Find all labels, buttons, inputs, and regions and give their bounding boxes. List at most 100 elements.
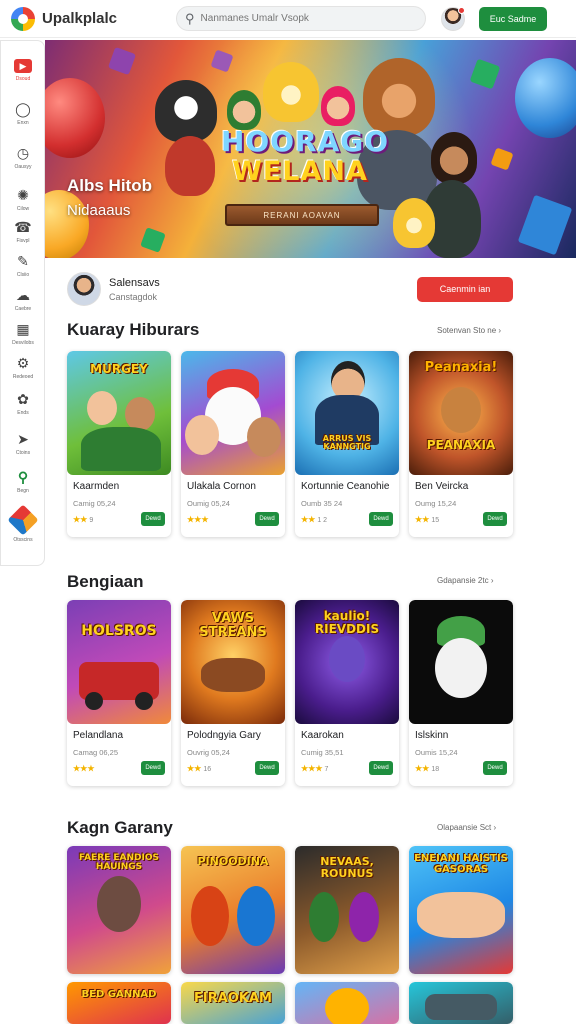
card-download-button[interactable]: Dewd	[369, 761, 393, 775]
game-card[interactable]: PINOODINA	[181, 846, 285, 974]
header-cta-button[interactable]: Euc Sadme	[479, 6, 547, 31]
card-meta: Oumb 35 24	[301, 499, 343, 508]
card-rating: ★★ 9	[73, 515, 93, 524]
channel-name[interactable]: Salensavs	[109, 277, 160, 289]
channel-avatar[interactable]	[67, 272, 101, 306]
card-download-button[interactable]: Dewd	[483, 512, 507, 526]
game-card[interactable]: VAWS STREANS Polodngyia Gary Ouvrig 05,2…	[181, 600, 285, 786]
ghost-character	[435, 638, 487, 698]
card-rating: ★★★ 7	[301, 764, 328, 773]
sidebar-item-12[interactable]: Otsscins	[1, 504, 45, 543]
man-figure	[97, 876, 141, 932]
game-thumbnail	[181, 351, 285, 475]
card-download-button[interactable]: Dewd	[255, 512, 279, 526]
card-meta: Oumis 15,24	[415, 748, 458, 757]
card-title: Islskinn	[415, 730, 449, 741]
section-see-more-link[interactable]: Gdapansie 2tc ›	[437, 576, 494, 585]
game-card[interactable]: Ulakala Cornon Oumig 05,24 ★★★ Dewd	[181, 351, 285, 537]
thumbnail-title: ENEIANI HAISTIS GASORAS	[414, 853, 508, 875]
small-bear-character	[393, 198, 435, 248]
game-card[interactable]: FAERE EANDIOS HAUINGS	[67, 846, 171, 974]
card-download-button[interactable]: Dewd	[141, 512, 165, 526]
card-download-button[interactable]: Dewd	[255, 761, 279, 775]
hero-cube	[469, 58, 501, 90]
sidebar-item-1[interactable]: ◯ Enxn	[1, 101, 45, 126]
sidebar-item-label: Redeoed	[12, 374, 34, 380]
sidebar-item-label: Ctoins	[15, 450, 31, 456]
sidebar-item-5[interactable]: ✎ Clsiio	[1, 253, 45, 278]
balloon-yellow	[45, 190, 89, 258]
game-card[interactable]: NEVAAS, ROUNUS	[295, 846, 399, 974]
tag-icon: ➤	[17, 431, 29, 447]
game-card[interactable]: kaulio! RIEVDDIS Kaarokan Cumig 35,51 ★★…	[295, 600, 399, 786]
section-see-more-link[interactable]: Sotenvan Sto ne ›	[437, 326, 501, 335]
chevron-right-icon: ›	[493, 823, 497, 832]
card-download-button[interactable]: Dewd	[369, 512, 393, 526]
sidebar-item-9[interactable]: ✿ Ends	[1, 391, 45, 416]
rating-count: 9	[89, 517, 94, 524]
section-title: Kagn Garany	[67, 818, 173, 837]
sidebar-item-11[interactable]: ⚲ Begn	[1, 469, 45, 494]
game-card[interactable]: ARRUS VIS KANNGTIG Kortunnie Ceanohie Ou…	[295, 351, 399, 537]
sidebar-item-7[interactable]: ▦ Desvilobs	[1, 321, 45, 346]
search-input[interactable]	[200, 13, 411, 24]
card-title: Polodngyia Gary	[187, 730, 261, 741]
game-card[interactable]: BED GANNAD	[67, 982, 171, 1024]
sidebar-item-6[interactable]: ☁ Caebre	[1, 287, 45, 312]
game-card[interactable]	[295, 982, 399, 1024]
card-title: Kaarokan	[301, 730, 344, 741]
card-title: Pelandlana	[73, 730, 124, 741]
card-title: Kaarmden	[73, 481, 120, 492]
thumbnail-title: NEVAAS, ROUNUS	[320, 855, 374, 880]
sidebar-item-home[interactable]: ▶ Dsoud	[1, 59, 45, 82]
sidebar-item-8[interactable]: ⚙ Redeoed	[1, 355, 45, 380]
hero-plank: RERANI AOAVAN	[225, 204, 379, 226]
car-figure	[425, 994, 497, 1020]
game-thumbnail	[295, 982, 399, 1024]
hero-sign-line-1: HOORAGO	[221, 125, 390, 158]
card-rating: ★★ 18	[415, 764, 439, 773]
rating-count: 18	[431, 766, 440, 773]
sidebar-item-3[interactable]: ✺ Cilow	[1, 187, 45, 212]
card-download-button[interactable]: Dewd	[483, 761, 507, 775]
thumbnail-title: kaulio! RIEVDDIS	[314, 609, 380, 636]
game-card[interactable]: Islskinn Oumis 15,24 ★★ 18 Dewd	[409, 600, 513, 786]
search-bar[interactable]: ⚲	[176, 6, 426, 31]
game-card[interactable]: MURGEY Kaarmden Camig 05,24 ★★ 9 Dewd	[67, 351, 171, 537]
game-card[interactable]: Peanaxia! PEANAXIA Ben Veircka Oumg 15,2…	[409, 351, 513, 537]
home-icon: ▶	[14, 59, 32, 73]
top-bar: Upalkplalc ⚲ Euc Sadme	[0, 0, 576, 38]
puzzle-icon: ✺	[17, 187, 29, 203]
sidebar-item-2[interactable]: ◷ Oausyy	[1, 145, 45, 170]
user-avatar[interactable]	[441, 6, 465, 31]
star-icons: ★★	[301, 515, 316, 524]
game-thumbnail: HOLSROS	[67, 600, 171, 724]
game-card[interactable]: HOLSROS Pelandlana Camag 06,25 ★★★ Dewd	[67, 600, 171, 786]
creature-figure	[441, 387, 481, 433]
hero-banner[interactable]: HOORAGO WELANA RERANI AOAVAN Albs Hitob …	[45, 40, 576, 258]
card-title: Kortunnie Ceanohie	[301, 481, 390, 492]
card-download-button[interactable]: Dewd	[141, 761, 165, 775]
wheel	[85, 692, 103, 710]
sidebar-item-4[interactable]: ☎ Fisvpl	[1, 219, 45, 244]
cloud-icon: ☁	[16, 287, 30, 303]
section-title: Kuaray Hiburars	[67, 320, 200, 339]
sidebar-item-10[interactable]: ➤ Ctoins	[1, 431, 45, 456]
bear-character	[263, 62, 319, 122]
see-more-label: Olapaansie Sct	[437, 823, 492, 832]
channel-action-button[interactable]: Caenmin ian	[417, 276, 513, 302]
card-meta: Camig 05,24	[73, 499, 116, 508]
sidebar-item-label: Otsscins	[13, 537, 33, 543]
brain-icon: ✿	[17, 391, 29, 407]
hero-cube	[107, 46, 137, 76]
game-thumbnail	[409, 600, 513, 724]
game-card[interactable]: ENEIANI HAISTIS GASORAS	[409, 846, 513, 974]
section-see-more-link[interactable]: Olapaansie Sct ›	[437, 823, 496, 832]
section-title: Bengiaan	[67, 572, 144, 591]
game-card[interactable]	[409, 982, 513, 1024]
channel-subtitle: Canstagdok	[109, 291, 158, 302]
app-logo-icon[interactable]	[11, 6, 35, 31]
hero-cube	[517, 194, 573, 256]
star-icons: ★★★	[73, 764, 95, 773]
game-card[interactable]: FIRAOKAM	[181, 982, 285, 1024]
